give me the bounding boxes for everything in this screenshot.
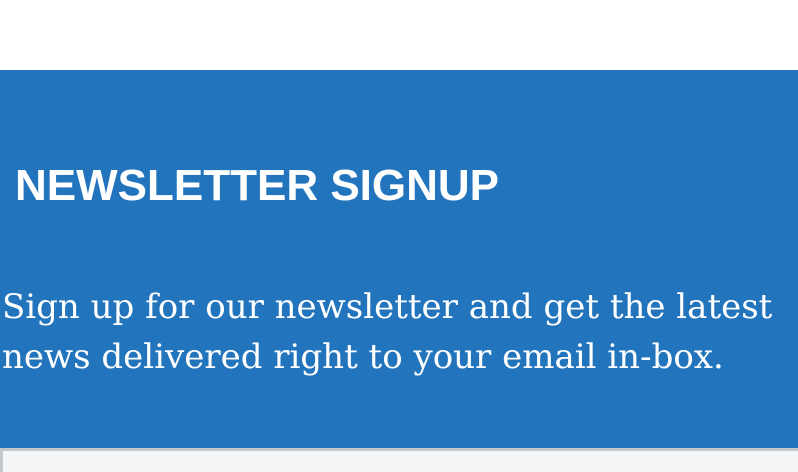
page: NEWSLETTER SIGNUP Sign up for our newsle… [0,0,798,472]
newsletter-signup-panel: NEWSLETTER SIGNUP Sign up for our newsle… [0,70,798,472]
newsletter-title: NEWSLETTER SIGNUP [15,161,500,210]
email-field[interactable] [0,448,798,472]
newsletter-description: Sign up for our newsletter and get the l… [2,282,772,382]
newsletter-description-line-2: news delivered right to your email in-bo… [2,337,724,377]
newsletter-description-line-1: Sign up for our newsletter and get the l… [2,287,773,327]
